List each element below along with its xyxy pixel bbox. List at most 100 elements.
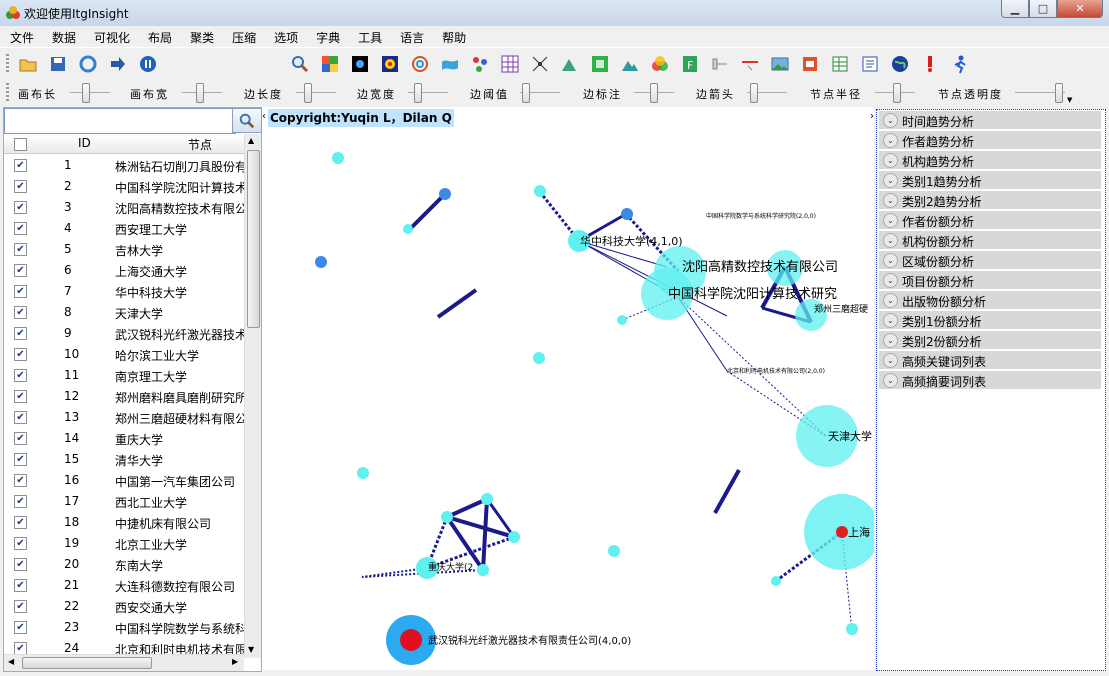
table-row[interactable]: ✔ 8 天津大学 xyxy=(4,302,244,323)
slider-toolbar-grip[interactable] xyxy=(6,83,9,101)
table-row[interactable]: ✔ 18 中捷机床有限公司 xyxy=(4,512,244,533)
square-view-button[interactable] xyxy=(590,54,610,74)
menu-dictionary[interactable]: 字典 xyxy=(306,26,348,46)
analysis-item-author-share[interactable]: ⌄ 作者份额分析 xyxy=(879,211,1101,229)
table-row[interactable]: ✔ 7 华中科技大学 xyxy=(4,281,244,302)
table-row[interactable]: ✔ 2 中国科学院沈阳计算技术 xyxy=(4,176,244,197)
edge-width-slider[interactable] xyxy=(414,83,422,103)
row-checkbox[interactable]: ✔ xyxy=(14,285,27,298)
menu-options[interactable]: 选项 xyxy=(264,26,306,46)
edge-threshold-slider[interactable] xyxy=(522,83,530,103)
venn-button[interactable] xyxy=(650,54,670,74)
analysis-item-time-trend[interactable]: ⌄ 时间趋势分析 xyxy=(879,111,1101,129)
alert-button[interactable] xyxy=(920,54,940,74)
menu-tools[interactable]: 工具 xyxy=(348,26,390,46)
graph-node[interactable] xyxy=(439,188,451,200)
analysis-item-region-share[interactable]: ⌄ 区域份额分析 xyxy=(879,251,1101,269)
table-row[interactable]: ✔ 5 吉林大学 xyxy=(4,239,244,260)
table-vertical-scrollbar[interactable]: ▲ ▼ xyxy=(244,134,261,658)
table-row[interactable]: ✔ 3 沈阳高精数控技术有限公 xyxy=(4,197,244,218)
row-checkbox[interactable]: ✔ xyxy=(14,264,27,277)
analysis-item-institution-share[interactable]: ⌄ 机构份额分析 xyxy=(879,231,1101,249)
node-search-input[interactable] xyxy=(4,108,236,134)
graph-node[interactable] xyxy=(332,152,344,164)
toolbar-overflow-button[interactable]: ▼ xyxy=(1067,96,1076,105)
cluster-button[interactable] xyxy=(470,54,490,74)
node-opacity-slider[interactable] xyxy=(1055,83,1063,103)
analysis-item-category2-share[interactable]: ⌄ 类别2份额分析 xyxy=(879,331,1101,349)
density-view-button[interactable] xyxy=(350,54,370,74)
canvas-length-slider[interactable] xyxy=(82,83,90,103)
edge-label-slider[interactable] xyxy=(650,83,658,103)
map-button[interactable] xyxy=(440,54,460,74)
pause-button[interactable] xyxy=(138,54,158,74)
network-button[interactable] xyxy=(530,54,550,74)
analysis-item-author-trend[interactable]: ⌄ 作者趋势分析 xyxy=(879,131,1101,149)
row-checkbox[interactable]: ✔ xyxy=(14,222,27,235)
header-node[interactable]: 节点 xyxy=(188,136,212,153)
graph-node[interactable] xyxy=(795,299,827,331)
graph-node[interactable] xyxy=(481,493,493,505)
table-row[interactable]: ✔ 4 西安理工大学 xyxy=(4,218,244,239)
row-checkbox[interactable]: ✔ xyxy=(14,201,27,214)
menu-visualize[interactable]: 可视化 xyxy=(84,26,138,46)
export-button[interactable] xyxy=(108,54,128,74)
heatmap-button[interactable] xyxy=(380,54,400,74)
table-row[interactable]: ✔ 12 郑州磨料磨具磨削研究所 xyxy=(4,386,244,407)
minimize-button[interactable]: ▁ xyxy=(1001,0,1029,18)
row-checkbox[interactable]: ✔ xyxy=(14,537,27,550)
menu-data[interactable]: 数据 xyxy=(42,26,84,46)
table-row[interactable]: ✔ 19 北京工业大学 xyxy=(4,533,244,554)
row-checkbox[interactable]: ✔ xyxy=(14,243,27,256)
table-row[interactable]: ✔ 11 南京理工大学 xyxy=(4,365,244,386)
search-tool-button[interactable] xyxy=(290,54,310,74)
collapse-right-icon[interactable]: › xyxy=(870,111,874,122)
row-checkbox[interactable]: ✔ xyxy=(14,600,27,613)
row-checkbox[interactable]: ✔ xyxy=(14,621,27,634)
formula-button[interactable]: F xyxy=(680,54,700,74)
table-row[interactable]: ✔ 9 武汉锐科光纤激光器技术 xyxy=(4,323,244,344)
table-row[interactable]: ✔ 15 清华大学 xyxy=(4,449,244,470)
header-id[interactable]: ID xyxy=(78,136,91,150)
scroll-up-icon[interactable]: ▲ xyxy=(248,136,254,145)
analysis-item-category1-share[interactable]: ⌄ 类别1份额分析 xyxy=(879,311,1101,329)
table-row[interactable]: ✔ 20 东南大学 xyxy=(4,554,244,575)
row-checkbox[interactable]: ✔ xyxy=(14,516,27,529)
graph-node[interactable] xyxy=(608,545,620,557)
edge-arrow-slider[interactable] xyxy=(750,83,758,103)
table-horizontal-scrollbar[interactable]: ◀ ▶ xyxy=(4,654,244,671)
graph-node[interactable] xyxy=(508,531,520,543)
menu-file[interactable]: 文件 xyxy=(0,26,42,46)
table-row[interactable]: ✔ 21 大连科德数控有限公司 xyxy=(4,575,244,596)
graph-node[interactable] xyxy=(315,256,327,268)
row-checkbox[interactable]: ✔ xyxy=(14,474,27,487)
canvas-length-track[interactable] xyxy=(70,92,110,93)
row-checkbox[interactable]: ✔ xyxy=(14,495,27,508)
maximize-button[interactable]: □ xyxy=(1029,0,1057,18)
row-checkbox[interactable]: ✔ xyxy=(14,369,27,382)
grid-view-button[interactable] xyxy=(320,54,340,74)
table-row[interactable]: ✔ 13 郑州三磨超硬材料有限公 xyxy=(4,407,244,428)
edge-length-track[interactable] xyxy=(296,92,336,93)
save-button[interactable] xyxy=(48,54,68,74)
analysis-item-abstract-words[interactable]: ⌄ 高频摘要词列表 xyxy=(879,371,1101,389)
table-row[interactable]: ✔ 14 重庆大学 xyxy=(4,428,244,449)
image-button[interactable] xyxy=(770,54,790,74)
network-graph-canvas[interactable]: 沈阳高精数控技术有限公司 中国科学院沈阳计算技术研究 华中科技大学(4,1,0)… xyxy=(262,107,874,670)
row-checkbox[interactable]: ✔ xyxy=(14,159,27,172)
menu-compress[interactable]: 压缩 xyxy=(222,26,264,46)
menu-layout[interactable]: 布局 xyxy=(138,26,180,46)
vertical-scroll-thumb[interactable] xyxy=(247,150,260,328)
report-button[interactable] xyxy=(800,54,820,74)
table-row[interactable]: ✔ 1 株洲钻石切削刀具股份有 xyxy=(4,155,244,176)
analysis-item-project-share[interactable]: ⌄ 项目份额分析 xyxy=(879,271,1101,289)
graph-node[interactable] xyxy=(441,511,453,523)
graph-node[interactable] xyxy=(400,629,422,651)
globe-button[interactable] xyxy=(890,54,910,74)
row-checkbox[interactable]: ✔ xyxy=(14,579,27,592)
row-checkbox[interactable]: ✔ xyxy=(14,348,27,361)
graph-node[interactable] xyxy=(534,185,546,197)
graph-node[interactable] xyxy=(617,315,627,325)
analysis-item-publication-share[interactable]: ⌄ 出版物份额分析 xyxy=(879,291,1101,309)
graph-node[interactable] xyxy=(403,224,413,234)
